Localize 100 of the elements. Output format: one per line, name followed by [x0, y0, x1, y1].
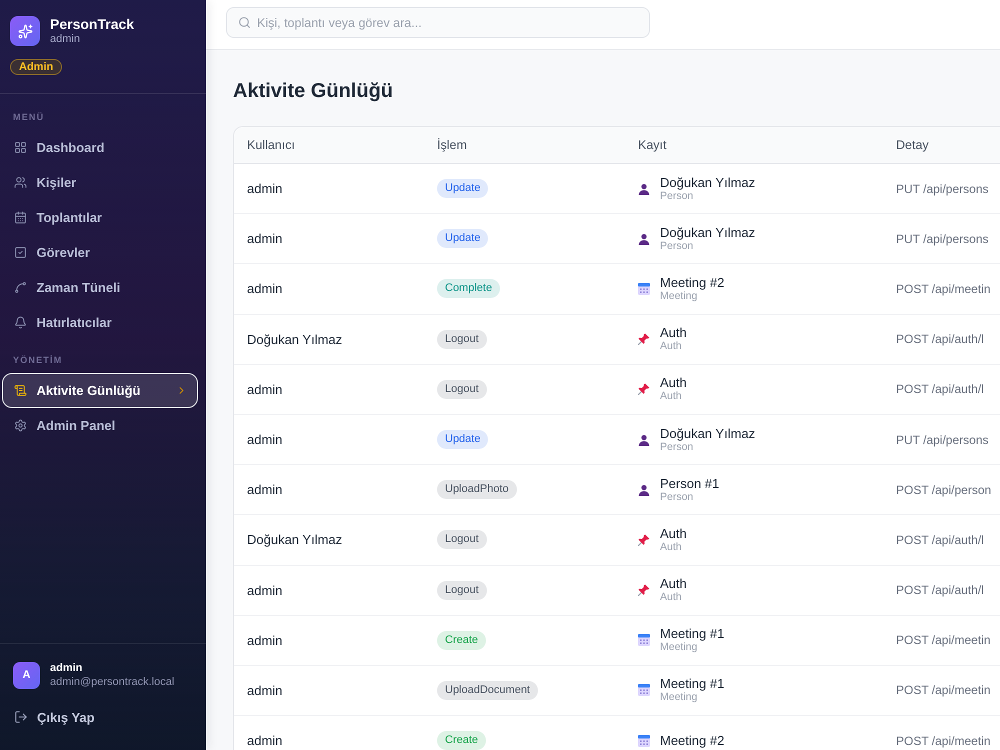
- table-cell: admin: [247, 482, 282, 498]
- table-cell: Doğukan Yılmaz: [247, 332, 342, 347]
- record-type: Auth: [660, 591, 683, 604]
- bell-icon: [14, 316, 26, 329]
- calendar-icon: [14, 211, 26, 224]
- table-cell: POST /api/meetin: [896, 683, 990, 698]
- brand-name: PersonTrack: [50, 16, 134, 33]
- nav-item[interactable]: Toplantılar: [2, 200, 198, 235]
- action-tag: Update: [437, 430, 488, 450]
- table-cell: PUT /api/persons: [896, 232, 988, 246]
- column-header: Detay: [896, 138, 929, 152]
- table-cell: admin: [247, 382, 282, 397]
- table-cell: admin: [247, 181, 282, 196]
- table-cell: POST /api/auth/l: [896, 583, 984, 598]
- calendar-icon: [638, 684, 650, 696]
- action-tag: Update: [437, 229, 488, 248]
- scroll-icon: [14, 384, 26, 397]
- record-type: Person: [660, 490, 694, 504]
- pushpin-icon: [638, 383, 650, 396]
- person-icon: [638, 484, 650, 496]
- calendar-icon: [638, 734, 650, 747]
- pushpin-icon: [638, 534, 650, 546]
- person-icon: [638, 182, 650, 195]
- action-tag: Logout: [437, 580, 487, 600]
- record-type: Person: [660, 440, 694, 454]
- checkbox-icon: [14, 246, 26, 259]
- nav-item[interactable]: Aktivite Günlüğü: [2, 373, 198, 408]
- table-cell: PUT /api/persons: [896, 182, 988, 196]
- nav-item[interactable]: Dashboard: [2, 130, 198, 165]
- table-cell: POST /api/meetin: [896, 734, 990, 748]
- pushpin-icon: [638, 584, 650, 596]
- record-type: Auth: [660, 340, 683, 354]
- record-title: Doğukan Yılmaz: [660, 174, 756, 190]
- record-title: Meeting #1: [660, 676, 724, 692]
- column-header: İşlem: [437, 138, 467, 152]
- table-cell: admin: [247, 733, 282, 748]
- person-icon: [638, 434, 650, 446]
- role-badge: Admin: [10, 59, 62, 75]
- table-cell: POST /api/meetin: [896, 633, 990, 648]
- action-tag: Update: [437, 179, 488, 198]
- pushpin-icon: [638, 333, 650, 346]
- record-type: Meeting: [660, 641, 698, 654]
- action-tag: Logout: [437, 380, 487, 399]
- record-title: Person #1: [660, 476, 720, 491]
- table-cell: admin: [247, 582, 282, 598]
- record-title: Auth: [660, 325, 687, 340]
- record-title: Meeting #2: [660, 274, 724, 290]
- nav-item[interactable]: Görevler: [2, 235, 198, 270]
- record-title: Meeting #1: [660, 626, 724, 642]
- curve-icon: [14, 281, 26, 294]
- brand-username: admin: [50, 33, 81, 46]
- action-tag: UploadPhoto: [437, 480, 517, 500]
- account-email: admin@persontrack.local: [50, 675, 174, 689]
- record-title: Auth: [660, 526, 687, 541]
- record-type: Person: [660, 240, 694, 253]
- action-tag: UploadDocument: [437, 680, 538, 700]
- person-icon: [638, 232, 650, 245]
- table-cell: admin: [247, 281, 282, 296]
- table-cell: POST /api/auth/l: [896, 382, 984, 396]
- search-icon: [238, 16, 251, 29]
- table-cell: POST /api/person: [896, 482, 992, 497]
- nav-item[interactable]: Kişiler: [2, 165, 198, 200]
- section-heading: MENÜ: [12, 111, 46, 124]
- table-cell: POST /api/meetin: [896, 282, 990, 296]
- record-type: Meeting: [660, 290, 698, 303]
- record-title: Doğukan Yılmaz: [660, 426, 756, 441]
- action-tag: Create: [437, 630, 486, 650]
- table-cell: PUT /api/persons: [896, 432, 988, 447]
- calendar-icon: [638, 282, 650, 295]
- column-header: Kullanıcı: [247, 138, 295, 152]
- logout-icon: [14, 710, 28, 724]
- nav-item[interactable]: Zaman Tüneli: [2, 270, 198, 305]
- table-cell: admin: [247, 432, 282, 448]
- search-field[interactable]: Kişi, toplantı veya görev ara...: [226, 7, 650, 38]
- column-header: Kayıt: [638, 138, 666, 152]
- table-cell: admin: [247, 682, 282, 698]
- record-type: Person: [660, 190, 694, 203]
- nav-item[interactable]: Admin Panel: [2, 408, 198, 443]
- action-tag: Complete: [437, 279, 500, 298]
- logout-button[interactable]: Çıkış Yap: [14, 703, 95, 731]
- record-type: Auth: [660, 540, 683, 554]
- record-title: Auth: [660, 375, 687, 390]
- page-title: Aktivite Günlüğü: [233, 79, 393, 104]
- record-title: Doğukan Yılmaz: [660, 224, 756, 240]
- account-name: admin: [50, 661, 84, 675]
- action-tag: Logout: [437, 330, 487, 349]
- users-icon: [14, 176, 26, 189]
- calendar-icon: [638, 634, 650, 646]
- record-type: Auth: [660, 390, 683, 404]
- table-cell: admin: [247, 231, 282, 246]
- table-cell: POST /api/auth/l: [896, 532, 984, 547]
- action-tag: Create: [437, 731, 486, 750]
- record-title: Auth: [660, 576, 687, 592]
- settings-icon: [14, 419, 26, 432]
- avatar: A: [13, 662, 40, 688]
- table-cell: POST /api/auth/l: [896, 332, 984, 346]
- nav-item[interactable]: Hatırlatıcılar: [2, 305, 198, 340]
- section-heading: YÖNETİM: [12, 354, 64, 367]
- table-cell: Doğukan Yılmaz: [247, 532, 342, 548]
- action-tag: Logout: [437, 530, 487, 550]
